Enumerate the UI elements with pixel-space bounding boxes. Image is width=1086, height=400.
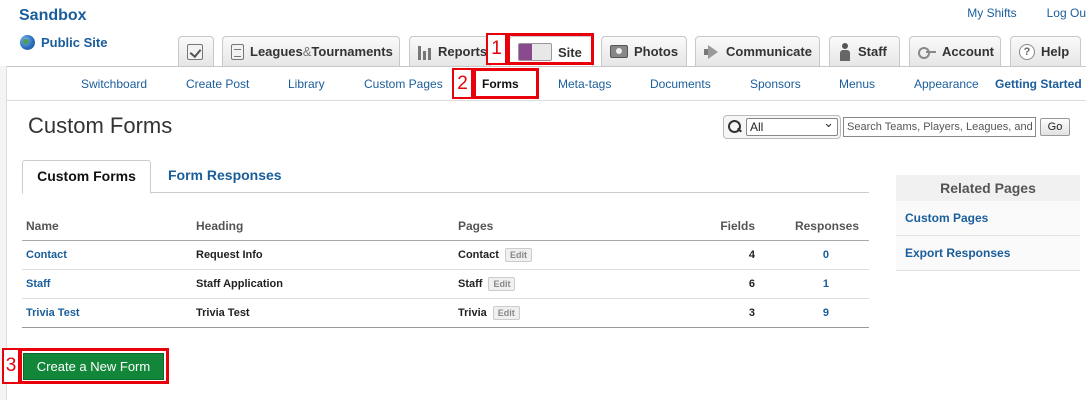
col-pages: Pages <box>454 212 704 241</box>
form-fields-count: 4 <box>704 240 759 270</box>
help-icon: ? <box>1019 43 1035 60</box>
annotation-box-forms <box>473 68 539 99</box>
edit-page-button[interactable]: Edit <box>504 247 532 262</box>
search-scope-select[interactable]: All <box>746 115 838 136</box>
public-site-label: Public Site <box>41 35 108 50</box>
subnav-meta-tags[interactable]: Meta-tags <box>558 67 611 102</box>
form-fields-count: 6 <box>704 269 759 299</box>
subnav-custom-pages[interactable]: Custom Pages <box>364 67 443 102</box>
related-pages-panel: Related Pages Custom Pages Export Respon… <box>896 175 1080 271</box>
annotation-box-site-tab <box>507 33 594 65</box>
subnav-documents[interactable]: Documents <box>650 67 711 102</box>
form-name-link[interactable]: Trivia Test <box>22 298 192 328</box>
form-pages-cell: Contact Edit <box>454 240 704 270</box>
tab-reports[interactable]: Reports <box>409 36 491 66</box>
checkbox-icon <box>187 43 203 60</box>
search-icon[interactable] <box>728 120 742 134</box>
tab-leagues-tournaments[interactable]: Leagues&Tournaments <box>222 36 400 66</box>
form-page: Contact <box>458 248 499 261</box>
camera-icon <box>610 45 628 58</box>
global-search: All Go <box>723 115 1070 139</box>
tab-communicate-label: Communicate <box>726 44 812 59</box>
form-name-link[interactable]: Staff <box>22 269 192 299</box>
col-heading: Heading <box>192 212 454 241</box>
tab-custom-forms[interactable]: Custom Forms <box>22 160 151 194</box>
form-heading: Request Info <box>192 240 454 270</box>
subnav-create-post[interactable]: Create Post <box>186 67 249 102</box>
form-responses-link[interactable]: 1 <box>759 269 869 299</box>
subnav-menus[interactable]: Menus <box>839 67 875 102</box>
form-name-link[interactable]: Contact <box>22 240 192 270</box>
subnav-sponsors[interactable]: Sponsors <box>750 67 801 102</box>
related-custom-pages-link[interactable]: Custom Pages <box>896 201 1080 236</box>
document-icon <box>231 43 244 60</box>
tab-account[interactable]: Account <box>909 36 1001 66</box>
annotation-marker-2: 2 <box>452 68 473 99</box>
subnav-getting-started[interactable]: Getting Started <box>995 67 1082 102</box>
related-pages-title: Related Pages <box>896 175 1080 201</box>
globe-icon <box>20 35 35 50</box>
subnav-appearance[interactable]: Appearance <box>914 67 979 102</box>
annotation-marker-3: 3 <box>2 348 20 384</box>
staff-icon <box>838 42 852 61</box>
tab-dashboard[interactable] <box>178 36 214 66</box>
tab-photos-label: Photos <box>634 44 679 59</box>
tab-form-responses[interactable]: Form Responses <box>168 160 282 193</box>
annotation-marker-1: 1 <box>486 33 507 65</box>
form-page: Staff <box>458 277 483 290</box>
search-input[interactable] <box>843 117 1036 137</box>
public-site-link[interactable]: Public Site <box>20 35 107 50</box>
form-heading: Staff Application <box>192 269 454 299</box>
site-subnav: Switchboard Create Post Library Custom P… <box>7 66 1086 101</box>
my-shifts-link[interactable]: My Shifts <box>967 6 1016 20</box>
search-box: All <box>723 115 841 139</box>
subnav-switchboard[interactable]: Switchboard <box>81 67 147 102</box>
tab-account-label: Account <box>942 44 994 59</box>
tab-photos[interactable]: Photos <box>601 36 687 66</box>
brand-title[interactable]: Sandbox <box>19 7 87 25</box>
bar-chart-icon <box>418 44 432 60</box>
col-name: Name <box>22 212 192 241</box>
table-header-row: Name Heading Pages Fields Responses <box>22 212 869 241</box>
edit-page-button[interactable]: Edit <box>492 305 520 320</box>
form-responses-link[interactable]: 0 <box>759 240 869 270</box>
tab-leagues-label: Leagues&Tournaments <box>250 44 393 59</box>
form-page: Trivia <box>458 306 487 319</box>
form-heading: Trivia Test <box>192 298 454 328</box>
col-responses: Responses <box>759 212 869 241</box>
tab-staff[interactable]: Staff <box>829 36 900 66</box>
form-pages-cell: Staff Edit <box>454 269 704 299</box>
forms-table: Name Heading Pages Fields Responses Cont… <box>22 212 869 328</box>
edit-page-button[interactable]: Edit <box>488 276 516 291</box>
tab-help[interactable]: ? Help <box>1010 36 1081 66</box>
subnav-library[interactable]: Library <box>288 67 325 102</box>
top-links: My Shifts Log Ou <box>967 6 1086 20</box>
tab-communicate[interactable]: Communicate <box>695 36 820 66</box>
col-fields: Fields <box>704 212 759 241</box>
content-tabs: Custom Forms Form Responses <box>22 160 869 194</box>
page-title: Custom Forms <box>28 113 173 138</box>
table-row: Trivia Test Trivia Test Trivia Edit 3 9 <box>22 298 869 328</box>
create-new-form-button[interactable]: Create a New Form <box>23 353 164 380</box>
table-row: Staff Staff Application Staff Edit 6 1 <box>22 269 869 299</box>
tab-reports-label: Reports <box>438 44 488 59</box>
form-responses-link[interactable]: 9 <box>759 298 869 328</box>
tab-staff-label: Staff <box>858 44 887 59</box>
form-fields-count: 3 <box>704 298 759 328</box>
related-export-responses-link[interactable]: Export Responses <box>896 236 1080 271</box>
megaphone-icon <box>704 45 720 59</box>
log-out-link[interactable]: Log Ou <box>1047 6 1086 20</box>
table-row: Contact Request Info Contact Edit 4 0 <box>22 240 869 270</box>
key-icon <box>918 45 936 59</box>
tab-help-label: Help <box>1041 44 1070 59</box>
form-pages-cell: Trivia Edit <box>454 298 704 328</box>
search-go-button[interactable]: Go <box>1040 118 1070 136</box>
